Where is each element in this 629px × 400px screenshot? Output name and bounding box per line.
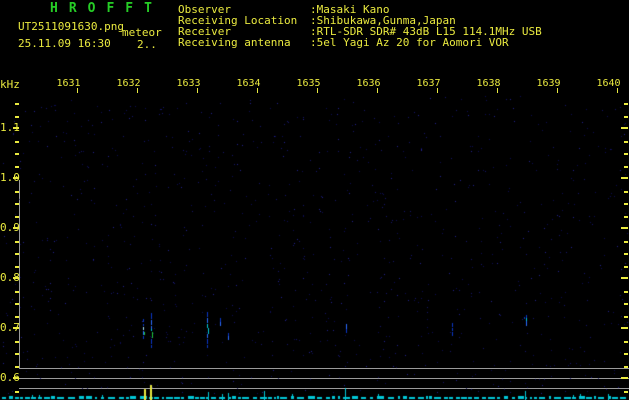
freq-tick-left-minor (15, 341, 19, 343)
freq-tick-right-major (621, 377, 628, 379)
capture-filename: UT2511091630.png (18, 20, 124, 33)
freq-tick-right-major (621, 127, 628, 129)
freq-tick-left-major (13, 327, 19, 329)
freq-tick-left-minor (15, 266, 19, 268)
freq-tick-right-minor (624, 153, 628, 155)
info-value: :5el Yagi Az 20 for Aomori VOR (310, 36, 509, 49)
hrofft-window: HROFFT UT2511091630.png meteor 25.11.09 … (0, 0, 629, 400)
freq-tick-right-minor (624, 166, 628, 168)
freq-tick-right-minor (624, 116, 628, 118)
time-axis-tick (257, 88, 258, 93)
freq-tick-right-major (621, 277, 628, 279)
time-axis-tick (137, 88, 138, 93)
freq-tick-left-minor (15, 241, 19, 243)
freq-tick-left-minor (15, 391, 19, 393)
freq-tick-left-minor (15, 316, 19, 318)
time-axis-tick (437, 88, 438, 93)
spectrogram-canvas (0, 0, 629, 400)
freq-tick-left-major (13, 277, 19, 279)
freq-tick-left-minor (15, 291, 19, 293)
freq-tick-right-minor (624, 353, 628, 355)
freq-tick-right-minor (624, 291, 628, 293)
freq-tick-left-major (13, 227, 19, 229)
capture-datetime: 25.11.09 16:30 (18, 37, 111, 50)
freq-tick-left-minor (15, 166, 19, 168)
time-axis-tick (377, 88, 378, 93)
freq-tick-right-minor (624, 216, 628, 218)
freq-tick-left-minor (15, 191, 19, 193)
time-axis-tick (557, 88, 558, 93)
meteor-count: 2.. (137, 38, 157, 51)
freq-tick-right-minor (624, 103, 628, 105)
app-title: HROFFT (50, 1, 163, 16)
freq-tick-right-minor (624, 253, 628, 255)
freq-tick-left-major (13, 177, 19, 179)
freq-tick-right-minor (624, 141, 628, 143)
freq-tick-left-major (13, 377, 19, 379)
freq-tick-right-minor (624, 191, 628, 193)
freq-tick-right-minor (624, 316, 628, 318)
freq-tick-left-minor (15, 116, 19, 118)
freq-tick-right-minor (624, 366, 628, 368)
freq-tick-right-minor (624, 241, 628, 243)
freq-tick-right-major (621, 327, 628, 329)
time-axis-tick (197, 88, 198, 93)
freq-tick-left-minor (15, 103, 19, 105)
time-axis-tick (617, 88, 618, 93)
freq-tick-left-minor (15, 353, 19, 355)
freq-tick-left-minor (15, 203, 19, 205)
freq-unit-label: kHz (0, 78, 20, 91)
meteor-label: meteor (122, 26, 162, 39)
freq-tick-left-minor (15, 303, 19, 305)
time-axis-tick (497, 88, 498, 93)
info-label: Receiving antenna (178, 36, 291, 49)
freq-tick-right-major (621, 227, 628, 229)
freq-tick-right-minor (624, 391, 628, 393)
freq-tick-right-minor (624, 203, 628, 205)
freq-tick-left-minor (15, 366, 19, 368)
freq-tick-left-minor (15, 216, 19, 218)
freq-tick-right-minor (624, 266, 628, 268)
freq-tick-left-major (13, 127, 19, 129)
freq-tick-right-major (621, 177, 628, 179)
freq-tick-left-minor (15, 153, 19, 155)
time-axis-tick (77, 88, 78, 93)
freq-tick-right-minor (624, 341, 628, 343)
time-axis-tick (317, 88, 318, 93)
freq-tick-right-minor (624, 303, 628, 305)
freq-tick-left-minor (15, 141, 19, 143)
freq-tick-left-minor (15, 253, 19, 255)
